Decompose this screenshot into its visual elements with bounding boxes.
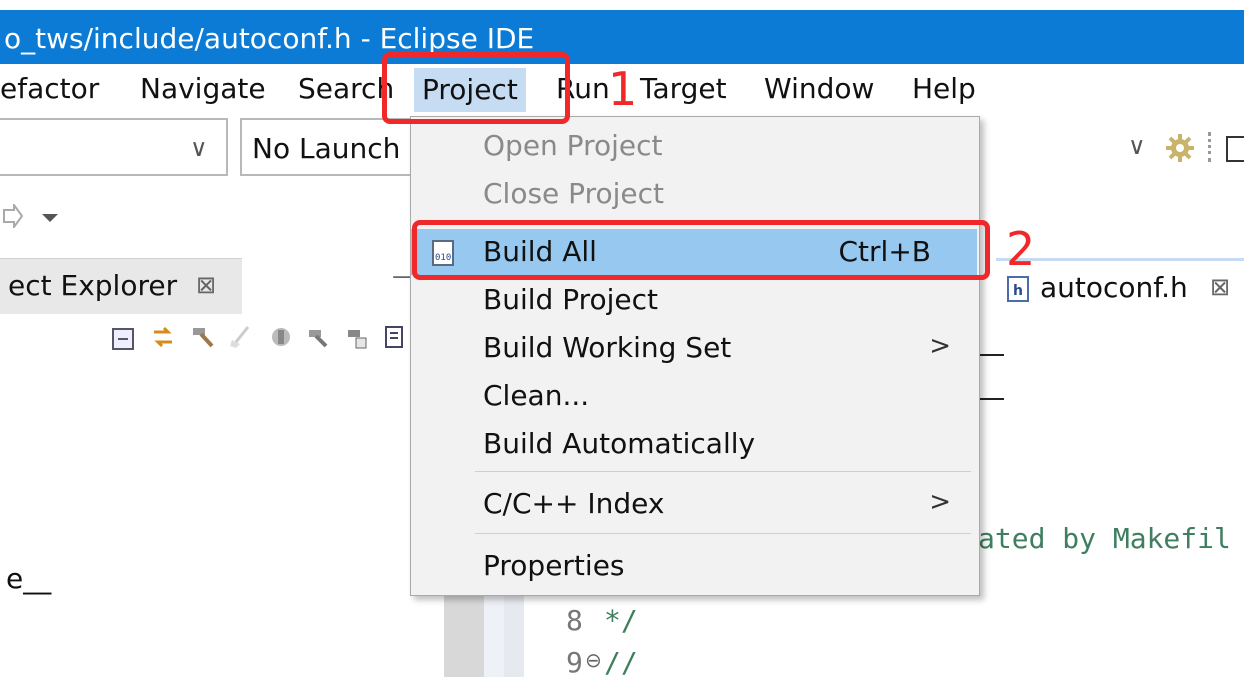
menu-help[interactable]: Help xyxy=(912,72,976,105)
header-file-icon-letter: h xyxy=(1013,283,1023,299)
menu-separator xyxy=(475,471,971,472)
menu-item-label: Properties xyxy=(483,549,625,582)
menu-item-label: Build Project xyxy=(483,283,658,316)
line-number: 9 xyxy=(566,646,583,679)
code-underscore-line xyxy=(978,398,1004,400)
fold-collapse-icon[interactable]: ⊖ xyxy=(585,648,602,672)
clean-broom-icon[interactable] xyxy=(228,324,254,350)
menu-close-project[interactable]: Close Project xyxy=(411,171,977,217)
line-number: 8 xyxy=(566,604,583,637)
title-bar-background: o_tws/include/autoconf.h - Eclipse IDE xyxy=(0,10,1244,64)
build-file-icon[interactable] xyxy=(344,324,370,350)
annotation-box-project xyxy=(382,52,570,124)
menu-open-project[interactable]: Open Project xyxy=(411,123,977,169)
menu-cc-index[interactable]: C/C++ Index > xyxy=(411,481,977,527)
annotation-box-build-all xyxy=(412,220,990,280)
code-line: */ xyxy=(604,604,638,637)
menu-window[interactable]: Window xyxy=(764,72,874,105)
code-underscore-line xyxy=(978,354,1004,356)
perspective-icon[interactable] xyxy=(1226,136,1244,162)
build-target-icon[interactable] xyxy=(306,324,332,350)
menu-item-label: Build Working Set xyxy=(483,331,732,364)
build-config-icon[interactable] xyxy=(268,324,294,350)
close-icon[interactable]: ⊠ xyxy=(196,271,216,299)
launch-mode-combo[interactable]: No Launch xyxy=(240,118,420,176)
menu-clean[interactable]: Clean... xyxy=(411,373,977,419)
editor-tab-label: autoconf.h xyxy=(1040,271,1188,304)
header-file-icon: h xyxy=(1007,276,1029,302)
menu-build-working-set[interactable]: Build Working Set > xyxy=(411,325,977,371)
submenu-arrow-icon: > xyxy=(929,331,951,361)
window-title: o_tws/include/autoconf.h - Eclipse IDE xyxy=(4,22,535,55)
gear-icon[interactable] xyxy=(1164,132,1196,164)
target-chevron-icon[interactable]: ∨ xyxy=(1128,132,1146,160)
menu-build-project[interactable]: Build Project xyxy=(411,277,977,323)
forward-arrow-icon[interactable] xyxy=(2,204,24,228)
menu-refactor[interactable]: efactor xyxy=(0,72,99,105)
menu-search[interactable]: Search xyxy=(298,72,394,105)
collapse-all-icon[interactable] xyxy=(110,326,136,352)
dropdown-triangle-icon[interactable] xyxy=(40,212,60,224)
code-comment: ated by Makefil xyxy=(978,522,1231,555)
menu-item-label: Build Automatically xyxy=(483,427,756,460)
menu-build-automatically[interactable]: Build Automatically xyxy=(411,421,977,467)
chevron-down-icon[interactable]: ∨ xyxy=(190,134,208,162)
menu-item-label: Open Project xyxy=(483,129,663,162)
link-editor-icon[interactable] xyxy=(150,324,176,350)
code-line: // xyxy=(604,646,638,679)
menu-item-label: Clean... xyxy=(483,379,590,412)
menu-navigate[interactable]: Navigate xyxy=(140,72,266,105)
menu-properties[interactable]: Properties xyxy=(411,543,977,589)
project-explorer-label: ect Explorer xyxy=(8,269,178,302)
project-explorer-panel xyxy=(0,314,444,677)
annotation-number-1: 1 xyxy=(608,62,638,116)
project-explorer-tab[interactable]: ect Explorer ⊠ xyxy=(0,258,242,315)
menu-item-label: Close Project xyxy=(483,177,664,210)
submenu-arrow-icon: > xyxy=(929,487,951,517)
menu-item-label: C/C++ Index xyxy=(483,487,665,520)
close-icon[interactable]: ⊠ xyxy=(1210,273,1230,301)
menu-target[interactable]: Target xyxy=(640,72,727,105)
project-menu-dropdown: Open Project Close Project 010 Build All… xyxy=(410,116,980,596)
properties-doc-icon[interactable] xyxy=(382,324,408,350)
title-bar: o_tws/include/autoconf.h - Eclipse IDE xyxy=(0,0,1244,64)
toolbar-grip xyxy=(1208,132,1215,162)
menu-separator xyxy=(475,533,971,534)
launch-mode-value: No Launch xyxy=(252,132,401,165)
launch-config-combo[interactable]: ∨ xyxy=(0,118,228,176)
tree-item[interactable]: e__ xyxy=(6,562,51,595)
build-hammer-icon[interactable] xyxy=(190,324,216,350)
explorer-toolbar xyxy=(106,322,416,358)
annotation-number-2: 2 xyxy=(1006,222,1036,276)
